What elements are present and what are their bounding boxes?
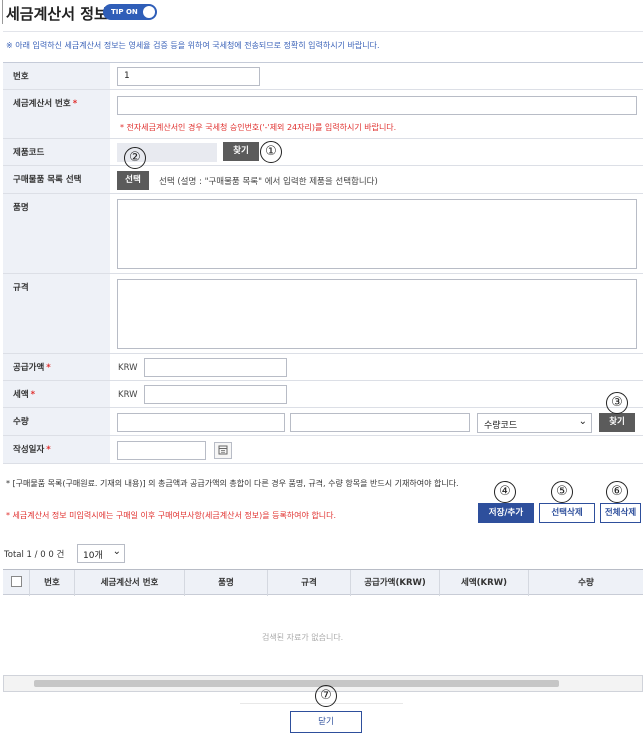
marker-2: ② (124, 147, 146, 169)
product-code-find-button[interactable]: 찾기 (223, 142, 259, 161)
label-item-name: 품명 (3, 194, 110, 273)
grid-col-header: 공급가액(KRW) (351, 570, 440, 596)
grid-col-header: 품명 (185, 570, 268, 596)
scrollbar-thumb[interactable] (34, 680, 559, 687)
label-spec: 규격 (3, 274, 110, 353)
page-title: 세금계산서 정보 (6, 5, 108, 23)
note-text-2: * 세금계산서 정보 미입력시에는 구매일 이후 구매여부사항(세금계산서 정보… (6, 511, 337, 520)
notice-text: ※ 아래 입력하신 세금계산서 정보는 영세율 검증 등을 위하여 국세청에 전… (6, 41, 380, 50)
item-name-textarea[interactable] (117, 199, 637, 269)
row-invoice-no: 세금계산서 번호 * * 전자세금계산서인 경우 국세청 승인번호('-'제외 2… (3, 90, 643, 139)
chevron-down-icon: ⌄ (112, 546, 121, 557)
close-button[interactable]: 닫기 (290, 711, 362, 733)
marker-1: ① (260, 141, 282, 163)
tax-currency: KRW (118, 390, 138, 400)
grid-total-text: Total 1 / 0 0 건 (4, 550, 65, 560)
grid-col-header: 세액(KRW) (440, 570, 529, 596)
purchase-select-desc: 선택 (설명 : "구매물품 목록" 에서 입력한 제품을 선택합니다) (159, 177, 378, 187)
purchase-select-button[interactable]: 선택 (117, 171, 149, 190)
grid-col-header: 번호 (30, 570, 75, 596)
supply-amount-input[interactable] (144, 358, 287, 377)
chevron-down-icon: ⌄ (578, 416, 587, 427)
label-write-date: 작성일자 * (3, 436, 110, 463)
label-tax-amount: 세액 * (3, 381, 110, 407)
label-quantity: 수량 (3, 408, 110, 435)
grid-col-header: 세금계산서 번호 (75, 570, 185, 596)
page-size-select[interactable]: 10개 ⌄ (77, 544, 125, 563)
save-add-button[interactable]: 저장/추가 (478, 503, 534, 523)
tip-toggle[interactable]: TIP ON (103, 4, 157, 20)
delete-selected-button[interactable]: 선택삭제 (539, 503, 595, 523)
label-product-code: 제품코드 (3, 139, 110, 165)
marker-3: ③ (606, 392, 628, 414)
grid-header: 번호 세금계산서 번호 품명 규격 공급가액(KRW) 세액(KRW) 수량 (3, 569, 643, 596)
select-all-checkbox[interactable] (10, 576, 22, 587)
quantity-input-1[interactable] (117, 413, 285, 432)
grid-col-header: 규격 (268, 570, 351, 596)
marker-5: ⑤ (551, 481, 573, 503)
spec-textarea[interactable] (117, 279, 637, 349)
label-supply-amount: 공급가액 * (3, 354, 110, 380)
row-purchase-select: 구매물품 목록 선택 선택 선택 (설명 : "구매물품 목록" 에서 입력한 … (3, 166, 643, 194)
marker-7: ⑦ (315, 685, 337, 707)
title-divider (2, 0, 3, 24)
grid-select-all-cell (3, 570, 30, 596)
grid-empty-text: 검색된 자료가 없습니다. (262, 633, 344, 642)
tax-amount-input[interactable] (144, 385, 287, 404)
row-quantity: 수량 수량코드 ⌄ 찾기 (3, 408, 643, 436)
quantity-find-button[interactable]: 찾기 (599, 413, 635, 432)
marker-6: ⑥ (606, 481, 628, 503)
note-text-1: * [구매물품 목록(구매원료. 기재의 내용)] 의 총금액과 공급가액의 총… (6, 479, 459, 488)
row-item-name: 품명 (3, 194, 643, 274)
seq-input[interactable]: 1 (117, 67, 260, 86)
calendar-icon[interactable] (214, 442, 232, 459)
row-supply-amount: 공급가액 * KRW (3, 354, 643, 381)
quantity-unit-select[interactable]: 수량코드 ⌄ (477, 413, 592, 433)
row-write-date: 작성일자 * (3, 436, 643, 464)
grid-col-header: 수량 (578, 578, 594, 588)
toggle-knob (143, 6, 155, 18)
tip-toggle-label: TIP ON (111, 8, 138, 16)
quantity-input-2[interactable] (290, 413, 470, 432)
page-size-value: 10개 (83, 551, 103, 561)
row-spec: 규격 (3, 274, 643, 354)
invoice-no-input[interactable] (117, 96, 637, 115)
write-date-input[interactable] (117, 441, 206, 460)
row-product-code: 제품코드 찾기 (3, 139, 643, 166)
invoice-form: 번호 1 세금계산서 번호 * * 전자세금계산서인 경우 국세청 승인번호('-… (3, 62, 643, 466)
label-purchase-select: 구매물품 목록 선택 (3, 166, 110, 193)
quantity-unit-value: 수량코드 (484, 421, 518, 431)
header-divider (3, 31, 643, 32)
label-invoice-no: 세금계산서 번호 * (3, 90, 110, 138)
row-tax-amount: 세액 * KRW (3, 381, 643, 408)
delete-all-button[interactable]: 전체삭제 (600, 503, 641, 523)
marker-4: ④ (494, 481, 516, 503)
row-seq: 번호 1 (3, 63, 643, 90)
label-seq: 번호 (3, 63, 110, 89)
supply-currency: KRW (118, 363, 138, 373)
invoice-no-hint: * 전자세금계산서인 경우 국세청 승인번호('-'제외 24자리)를 입력하시… (120, 123, 397, 132)
